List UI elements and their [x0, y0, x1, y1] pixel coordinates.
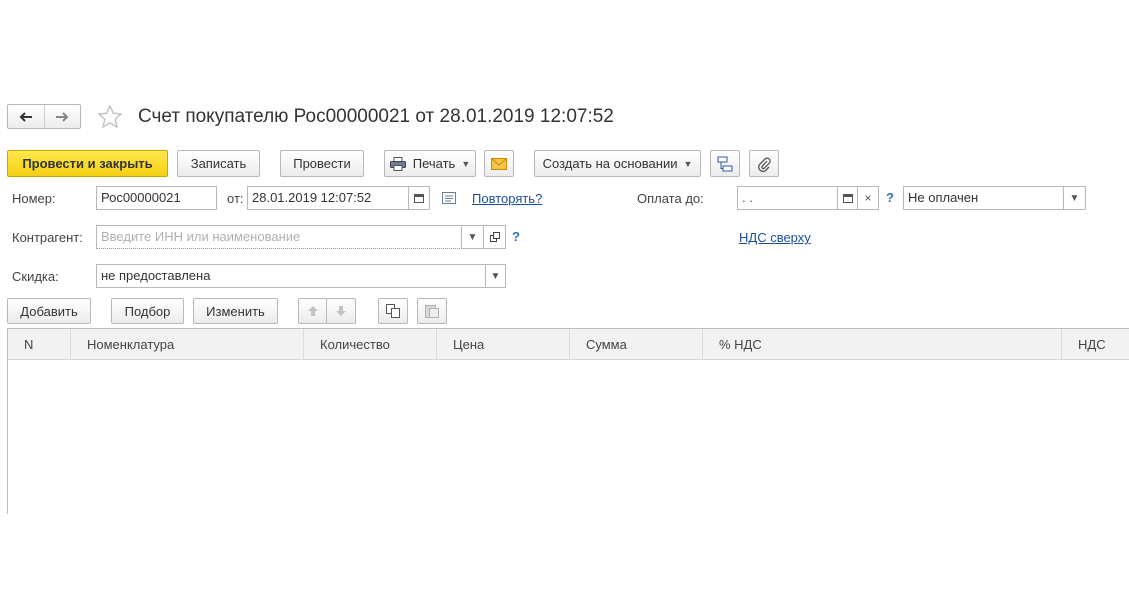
- print-label: Печать: [412, 156, 456, 171]
- payment-calendar-button[interactable]: [837, 186, 858, 210]
- chevron-down-icon: ▼: [1069, 192, 1080, 204]
- calendar-icon: [842, 194, 853, 203]
- discount-label: Скидка:: [12, 269, 59, 284]
- arrow-left-icon: [19, 111, 32, 122]
- counterparty-help-icon[interactable]: ?: [512, 229, 520, 244]
- clear-button[interactable]: ×: [857, 186, 879, 210]
- send-email-button[interactable]: [484, 150, 514, 177]
- forward-button[interactable]: [45, 105, 81, 128]
- open-window-icon: [489, 232, 500, 242]
- column-header-quantity[interactable]: Количество: [304, 329, 437, 360]
- structure-button[interactable]: [710, 150, 740, 177]
- hierarchy-icon: [717, 156, 733, 171]
- back-button[interactable]: [8, 105, 45, 128]
- date-label: от:: [227, 191, 244, 206]
- repeat-link[interactable]: Повторять?: [472, 191, 542, 206]
- counterparty-dropdown[interactable]: ▼: [461, 225, 484, 249]
- change-button[interactable]: Изменить: [193, 298, 278, 324]
- chevron-down-icon: ▼: [683, 158, 693, 169]
- date-field[interactable]: 28.01.2019 12:07:52: [247, 186, 409, 210]
- column-header-sum[interactable]: Сумма: [570, 329, 703, 360]
- column-header-vat[interactable]: НДС: [1062, 329, 1129, 360]
- favorite-button[interactable]: [97, 104, 123, 130]
- copy-row-button[interactable]: [378, 298, 408, 324]
- chevron-down-icon: ▼: [467, 231, 478, 243]
- column-header-vat-rate[interactable]: % НДС: [703, 329, 1062, 360]
- close-icon: ×: [864, 191, 872, 205]
- payment-status-dropdown[interactable]: ▼: [1063, 186, 1086, 210]
- counterparty-open-button[interactable]: [483, 225, 506, 249]
- create-based-on-button[interactable]: Создать на основании ▼: [534, 150, 701, 177]
- counterparty-label: Контрагент:: [12, 230, 83, 245]
- create-based-on-label: Создать на основании: [542, 156, 678, 171]
- number-label: Номер:: [12, 191, 56, 206]
- calendar-icon: [414, 194, 424, 203]
- move-down-button[interactable]: [326, 298, 356, 324]
- chevron-down-icon: ▼: [461, 158, 471, 169]
- star-icon: [97, 104, 123, 129]
- payment-help-icon[interactable]: ?: [886, 190, 894, 205]
- arrow-right-icon: [56, 111, 69, 122]
- envelope-icon: [491, 157, 507, 170]
- paste-icon: [425, 305, 439, 318]
- chevron-down-icon: ▼: [490, 270, 501, 282]
- add-row-button[interactable]: Добавить: [7, 298, 91, 324]
- number-field[interactable]: Рос00000021: [96, 186, 217, 210]
- page-title: Счет покупателю Рос00000021 от 28.01.201…: [138, 106, 614, 127]
- nav-buttons: [7, 104, 81, 129]
- comment-icon[interactable]: [442, 192, 456, 204]
- counterparty-input[interactable]: Введите ИНН или наименование: [96, 225, 462, 249]
- pick-button[interactable]: Подбор: [111, 298, 184, 324]
- print-button[interactable]: Печать ▼: [384, 150, 476, 177]
- vat-on-top-link[interactable]: НДС сверху: [739, 230, 811, 245]
- printer-icon: [389, 156, 406, 171]
- arrow-down-icon: [336, 306, 346, 316]
- move-up-button[interactable]: [298, 298, 327, 324]
- payment-until-field[interactable]: . .: [737, 186, 838, 210]
- attach-files-button[interactable]: [749, 150, 779, 177]
- items-table[interactable]: N Номенклатура Количество Цена Сумма % Н…: [7, 328, 1129, 514]
- copy-icon: [386, 304, 400, 318]
- save-button[interactable]: Записать: [177, 150, 260, 177]
- post-button[interactable]: Провести: [280, 150, 364, 177]
- discount-dropdown[interactable]: ▼: [485, 264, 506, 288]
- column-header-price[interactable]: Цена: [437, 329, 570, 360]
- discount-select[interactable]: не предоставлена: [96, 264, 486, 288]
- paste-row-button[interactable]: [417, 298, 447, 324]
- post-and-close-button[interactable]: Провести и закрыть: [7, 150, 168, 177]
- column-header-nomenclature[interactable]: Номенклатура: [71, 329, 304, 360]
- paperclip-icon: [758, 157, 771, 172]
- column-header-n[interactable]: N: [8, 329, 71, 360]
- arrow-up-icon: [307, 306, 318, 316]
- payment-until-label: Оплата до:: [637, 191, 704, 206]
- calendar-button[interactable]: [408, 186, 430, 210]
- payment-status-select[interactable]: Не оплачен: [903, 186, 1067, 210]
- table-header: N Номенклатура Количество Цена Сумма % Н…: [8, 329, 1129, 360]
